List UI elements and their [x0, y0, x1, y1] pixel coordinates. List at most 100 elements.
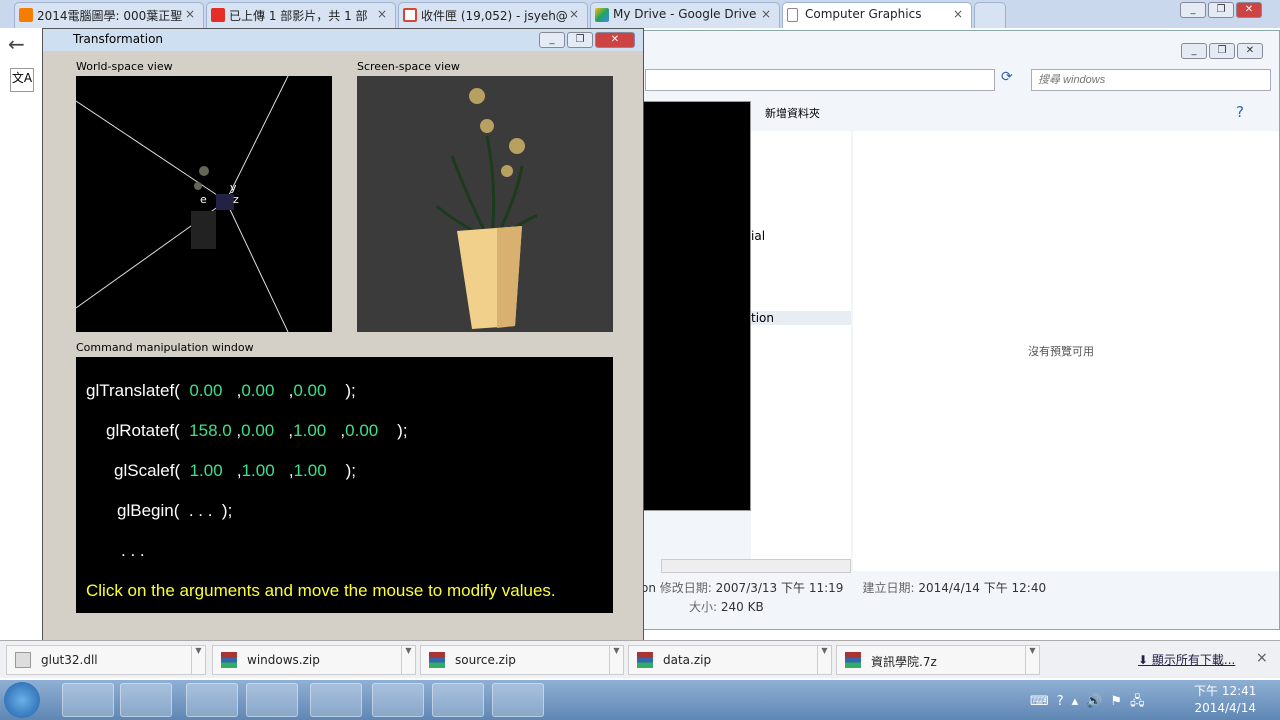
close-button[interactable]: ✕ — [1237, 43, 1263, 59]
translate-x[interactable]: 0.00 — [189, 381, 222, 400]
chrome-taskbar-icon[interactable] — [62, 683, 114, 717]
glbegin-line: glBegin( . . . ); — [117, 501, 233, 520]
translate-y[interactable]: 0.00 — [241, 381, 274, 400]
dll-file-icon — [15, 652, 31, 668]
axis-label: z — [233, 193, 239, 206]
horizontal-scrollbar[interactable] — [661, 559, 851, 573]
close-icon[interactable]: × — [953, 7, 963, 21]
command-window-label: Command manipulation window — [76, 341, 254, 354]
translate-icon[interactable]: 文A — [10, 68, 34, 92]
hint-text: Click on the arguments and move the mous… — [86, 581, 556, 600]
address-bar[interactable] — [645, 69, 995, 91]
scale-z[interactable]: 1.00 — [294, 461, 327, 480]
close-icon[interactable]: × — [1256, 650, 1268, 666]
close-icon[interactable]: × — [569, 7, 579, 21]
tab-gmail[interactable]: 收件匣 (19,052) - jsyeh@ × — [398, 2, 588, 28]
world-space-view[interactable]: e y z — [76, 76, 332, 332]
maximize-button[interactable]: ❐ — [1209, 43, 1235, 59]
nav-item[interactable]: tion — [751, 311, 851, 325]
close-icon[interactable]: × — [377, 7, 387, 21]
ellipsis: . . . — [121, 541, 145, 560]
show-all-downloads-link[interactable]: ⬇ 顯示所有下載... — [1138, 651, 1235, 668]
maximize-button[interactable]: ❐ — [567, 32, 593, 48]
gltranslate-line: glTranslatef( 0.00 ,0.00 ,0.00 ); — [86, 381, 356, 400]
drive-icon — [595, 8, 609, 22]
nav-pane: ial tion — [751, 131, 851, 571]
close-button[interactable]: ✕ — [595, 32, 635, 48]
start-button[interactable] — [4, 682, 40, 718]
flower-pot-render — [435, 88, 538, 329]
taskbar: ⌨?▴🔊⚑🖧 下午 12:41 2014/4/14 — [0, 680, 1280, 720]
transformation-window: Transformation _ ❐ ✕ World-space view Sc… — [42, 28, 644, 642]
download-item[interactable]: source.zip ▼ — [420, 645, 624, 675]
tab-google-drive[interactable]: My Drive - Google Drive × — [590, 2, 780, 28]
archive-icon — [221, 652, 237, 668]
new-folder-button[interactable]: 新增資料夾 — [765, 105, 820, 121]
downloads-bar: glut32.dll ▼ windows.zip ▼ source.zip ▼ dat… — [0, 640, 1280, 678]
screen-view-label: Screen-space view — [357, 60, 460, 73]
file-explorer-window: _ ❐ ✕ ⟳ 新增資料夾 ? ial tion 沒有預覽可用 on 修改日期:… — [640, 30, 1280, 630]
rotate-z[interactable]: 0.00 — [345, 421, 378, 440]
clock[interactable]: 下午 12:41 2014/4/14 — [1194, 683, 1256, 717]
preview-pane: 沒有預覽可用 — [853, 131, 1279, 571]
minimize-button[interactable]: _ — [1181, 43, 1207, 59]
archive-icon — [429, 652, 445, 668]
details-pane: on 修改日期: 2007/3/13 下午 11:19 建立日期: 2014/4… — [641, 581, 1047, 595]
system-tray-icons[interactable]: ⌨?▴🔊⚑🖧 — [1030, 692, 1153, 714]
rotate-x[interactable]: 0.00 — [241, 421, 274, 440]
page-icon — [787, 8, 798, 22]
file-size: 大小: 240 KB — [689, 600, 764, 614]
window-taskbar-icon[interactable] — [492, 683, 544, 717]
winrar-taskbar-icon[interactable] — [432, 683, 484, 717]
download-item[interactable]: windows.zip ▼ — [212, 645, 416, 675]
close-icon[interactable]: × — [185, 7, 195, 21]
explorer-taskbar-icon[interactable] — [246, 683, 298, 717]
tab-computer-graphics[interactable]: Computer Graphics × — [782, 2, 972, 28]
new-tab-button[interactable] — [974, 2, 1006, 28]
chevron-down-icon[interactable]: ▼ — [401, 646, 415, 674]
glrotate-line: glRotatef( 158.0 ,0.00 ,1.00 ,0.00 ); — [106, 421, 408, 440]
screen-space-view[interactable] — [357, 76, 613, 332]
tab-blogger[interactable]: 2014電腦圖學: 000葉正聖 × — [14, 2, 204, 28]
nav-item: ial — [751, 229, 766, 243]
console-window — [641, 101, 751, 511]
browser-tab-bar: 2014電腦圖學: 000葉正聖 × 已上傳 1 部影片，共 1 部 × 收件匣 (… — [0, 0, 1280, 28]
chevron-down-icon[interactable]: ▼ — [609, 646, 623, 674]
no-preview-text: 沒有預覽可用 — [1028, 345, 1094, 358]
download-item[interactable]: data.zip ▼ — [628, 645, 832, 675]
app-taskbar-icon[interactable] — [186, 683, 238, 717]
powerpoint-taskbar-icon[interactable] — [120, 683, 172, 717]
window-title: Transformation — [73, 32, 164, 46]
search-input[interactable] — [1031, 69, 1271, 91]
refresh-icon[interactable]: ⟳ — [1001, 69, 1023, 91]
minimize-button[interactable]: _ — [539, 32, 565, 48]
blogger-icon — [19, 8, 33, 22]
help-icon[interactable]: ? — [1236, 103, 1244, 121]
archive-icon — [637, 652, 653, 668]
chevron-down-icon[interactable]: ▼ — [817, 646, 831, 674]
scale-y[interactable]: 1.00 — [242, 461, 275, 480]
tab-youtube[interactable]: 已上傳 1 部影片，共 1 部 × — [206, 2, 396, 28]
devcpp-taskbar-icon[interactable] — [372, 683, 424, 717]
download-item[interactable]: glut32.dll ▼ — [6, 645, 206, 675]
download-item[interactable]: 資訊學院.7z ▼ — [836, 645, 1040, 675]
gmail-icon — [403, 8, 417, 22]
command-manipulation-window[interactable]: glTranslatef( 0.00 ,0.00 ,0.00 ); glRota… — [76, 357, 613, 613]
minimize-button[interactable]: _ — [1180, 2, 1206, 18]
close-icon[interactable]: × — [761, 7, 771, 21]
rotate-angle[interactable]: 158.0 — [189, 421, 232, 440]
app-taskbar-icon[interactable] — [310, 683, 362, 717]
translate-z[interactable]: 0.00 — [293, 381, 326, 400]
chevron-down-icon[interactable]: ▼ — [191, 646, 205, 674]
axis-label: e — [200, 193, 207, 206]
world-view-label: World-space view — [76, 60, 173, 73]
archive-icon — [845, 652, 861, 668]
maximize-button[interactable]: ❐ — [1208, 2, 1234, 18]
rotate-y[interactable]: 1.00 — [293, 421, 326, 440]
back-icon[interactable]: ← — [8, 32, 25, 56]
glscale-line: glScalef( 1.00 ,1.00 ,1.00 ); — [114, 461, 356, 480]
chevron-down-icon[interactable]: ▼ — [1025, 646, 1039, 674]
scale-x[interactable]: 1.00 — [190, 461, 223, 480]
close-button[interactable]: ✕ — [1236, 2, 1262, 18]
youtube-icon — [211, 8, 225, 22]
